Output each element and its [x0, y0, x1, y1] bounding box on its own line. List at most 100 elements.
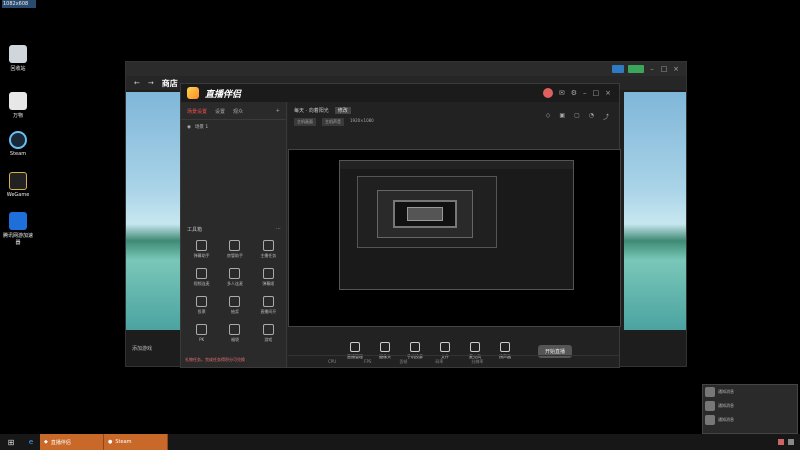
toolbox-header: 工具箱 ⋯ [187, 226, 281, 233]
speaker-icon [500, 342, 510, 352]
notification-text: 通知消息 [718, 403, 734, 408]
settings-icon[interactable]: ⚙ [571, 89, 577, 97]
system-tray [778, 439, 800, 445]
nested-titlebar [340, 161, 573, 169]
tool-icon [262, 268, 274, 279]
desktop-icon-accelerator[interactable]: 腾讯网游加速器 [2, 212, 34, 246]
bell-icon[interactable]: ◔ [589, 112, 594, 121]
notification-text: 通知消息 [718, 389, 734, 394]
tool-icon [196, 240, 208, 251]
tool-item[interactable]: 福袋 [218, 324, 251, 343]
add-game-button[interactable]: 添加游戏 [132, 345, 152, 352]
tool-item[interactable]: 房管助手 [218, 240, 251, 259]
status-dropped: 丢帧 [399, 358, 408, 364]
minimize-icon[interactable]: – [648, 65, 656, 73]
broadcast-button[interactable] [612, 65, 624, 73]
tab-settings[interactable]: 设置 [215, 108, 225, 115]
taskbar-item-label: 直播伴侣 [50, 439, 71, 446]
status-fps: FPS [364, 359, 372, 364]
tray-icon[interactable] [788, 439, 794, 445]
stream-title: 每天 · 向着阳光 [294, 108, 329, 114]
scene-row[interactable]: ◉ 场景 1 [181, 120, 286, 134]
task-notice[interactable]: 礼物任务，完成任务得积分可兑换 [185, 357, 245, 363]
taskbar-item-steam[interactable]: ● Steam [104, 434, 168, 450]
notification-item[interactable]: 通知消息 [703, 385, 797, 399]
avatar [705, 415, 715, 425]
toolbox-grid: 弹幕助手 房管助手 主播任务 视频连麦 多人连麦 弹幕姬 投票 抽奖 直播间开 … [185, 240, 285, 343]
tool-item[interactable]: 多人连麦 [218, 268, 251, 287]
maximize-icon[interactable]: □ [593, 89, 600, 97]
taskbar-item-live-app[interactable]: ◆ 直播伴侣 [40, 434, 104, 450]
tool-item[interactable]: 游戏 [252, 324, 285, 343]
notification-button[interactable] [628, 65, 644, 73]
desktop-icon-label: WeGame [6, 192, 30, 198]
tab-audience[interactable]: 观众 [233, 108, 243, 115]
tool-item[interactable]: 主播任务 [252, 240, 285, 259]
stream-preview[interactable] [288, 149, 621, 327]
tool-label: 福袋 [230, 337, 239, 342]
back-icon[interactable]: ← [134, 79, 140, 87]
close-icon[interactable]: × [605, 89, 611, 97]
desktop-icon-steam[interactable]: Steam [2, 131, 34, 157]
tool-label: PK [199, 337, 205, 342]
tool-item[interactable]: 弹幕姬 [252, 268, 285, 287]
tool-item[interactable]: PK [185, 324, 218, 343]
toolbox-title: 工具箱 [187, 227, 203, 233]
wegame-icon [9, 172, 27, 190]
maximize-icon[interactable]: □ [660, 65, 668, 73]
taskbar: ⊞ e ◆ 直播伴侣 ● Steam [0, 434, 800, 450]
gift-icon[interactable]: ◇ [546, 112, 551, 121]
status-resolution: 分辨率 [471, 358, 484, 364]
tool-label: 弹幕姬 [262, 281, 275, 286]
tool-item[interactable]: 弹幕助手 [185, 240, 218, 259]
status-bar: CPU FPS 丢帧 码率 分辨率 [288, 355, 619, 367]
source-chip[interactable]: 主机声音 [322, 118, 344, 126]
status-cpu: CPU [328, 359, 337, 364]
tray-icon[interactable] [778, 439, 784, 445]
desktop-icon-app[interactable]: 万物 [2, 92, 34, 119]
notification-item[interactable]: 通知消息 [703, 413, 797, 427]
tool-item[interactable]: 抽奖 [218, 296, 251, 315]
steam-icon: ● [108, 439, 113, 445]
tool-icon [229, 296, 241, 307]
store-title[interactable]: 商店 [162, 78, 178, 89]
message-icon[interactable]: ✉ [559, 89, 565, 97]
status-bitrate: 码率 [435, 358, 444, 364]
edge-icon[interactable]: e [22, 434, 40, 450]
windows-start-icon[interactable]: ⊞ [0, 434, 22, 450]
tool-icon [262, 324, 274, 335]
desktop-icon-recycle-bin[interactable]: 回收站 [2, 45, 34, 72]
eye-icon[interactable]: ◉ [187, 125, 191, 130]
desktop-icon-label: 回收站 [10, 66, 26, 72]
app-window-controls: ✉ ⚙ – □ × [542, 88, 619, 98]
app-name: 直播伴侣 [205, 89, 242, 100]
source-chip[interactable]: 主机画面 [294, 118, 316, 126]
toolbox-more-icon[interactable]: ⋯ [276, 226, 281, 233]
tool-item[interactable]: 直播间开 [252, 296, 285, 315]
share-icon[interactable]: ⤴ [603, 112, 609, 121]
desktop-icon-wegame[interactable]: WeGame [2, 172, 34, 198]
forward-icon[interactable]: → [148, 79, 154, 87]
avatar [705, 387, 715, 397]
layout-icon[interactable]: ▣ [559, 112, 565, 121]
notification-item[interactable]: 通知消息 [703, 399, 797, 413]
store-banner-left [126, 92, 182, 332]
add-scene-icon[interactable]: + [276, 108, 280, 115]
edit-title-button[interactable]: 修改 [334, 107, 351, 114]
close-icon[interactable]: × [672, 65, 680, 73]
tool-item[interactable]: 视频连麦 [185, 268, 218, 287]
live-app-icon: ◆ [44, 439, 48, 445]
tab-scene[interactable]: 场景设置 [187, 108, 207, 115]
tool-icon [229, 240, 241, 251]
notification-text: 通知消息 [718, 417, 734, 422]
tool-label: 直播间开 [260, 309, 277, 314]
notification-panel[interactable]: 通知消息 通知消息 通知消息 [702, 384, 798, 434]
tool-item[interactable]: 投票 [185, 296, 218, 315]
lock-icon[interactable]: ▢ [574, 112, 580, 121]
tool-label: 抽奖 [230, 309, 239, 314]
avatar[interactable] [542, 88, 553, 98]
desktop-icon-label: 万物 [12, 113, 23, 119]
camera-icon [380, 342, 390, 352]
minimize-icon[interactable]: – [583, 89, 587, 97]
avatar [705, 401, 715, 411]
